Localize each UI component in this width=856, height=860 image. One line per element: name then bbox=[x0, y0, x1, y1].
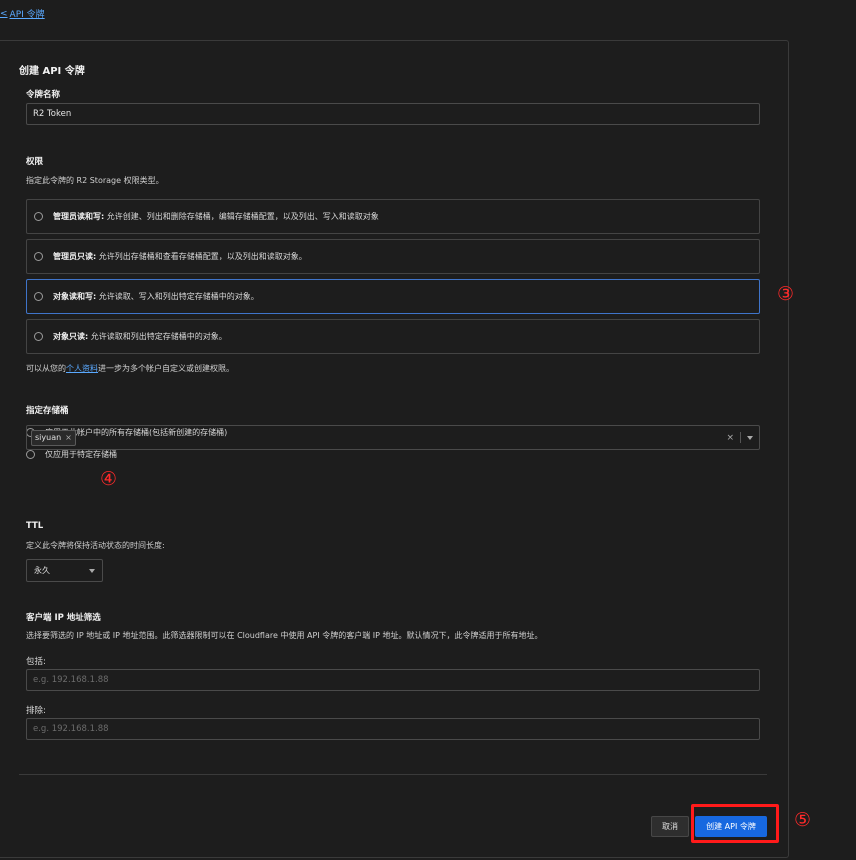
note-prefix: 可以从您的 bbox=[26, 364, 66, 373]
annotation-5: ⑤ bbox=[794, 809, 812, 831]
ttl-select[interactable]: 永久 bbox=[26, 559, 103, 582]
caret-down-icon[interactable] bbox=[747, 435, 753, 440]
include-ip-input[interactable] bbox=[26, 669, 760, 691]
cancel-button[interactable]: 取消 bbox=[651, 816, 689, 837]
permissions-label: 权限 bbox=[26, 157, 44, 167]
ip-filter-desc: 选择要筛选的 IP 地址或 IP 地址范围。此筛选器限制可以在 Cloudfla… bbox=[26, 631, 543, 640]
radio-icon[interactable] bbox=[26, 450, 35, 459]
ttl-desc: 定义此令牌将保持活动状态的时间长度: bbox=[26, 541, 165, 550]
bucket-option-specific[interactable]: 仅应用于特定存储桶 bbox=[26, 449, 117, 460]
annotation-3: ③ bbox=[777, 283, 795, 305]
permissions-note: 可以从您的个人资料进一步为多个帐户自定义或创建权限。 bbox=[26, 363, 234, 374]
perm-text: 允许创建、列出和删除存储桶，编辑存储桶配置，以及列出、写入和读取对象 bbox=[104, 212, 379, 221]
perm-option-admin-ro[interactable]: 管理员只读: 允许列出存储桶和查看存储桶配置，以及列出和读取对象。 bbox=[26, 239, 760, 274]
bucket-option-specific-label: 仅应用于特定存储桶 bbox=[45, 450, 117, 459]
radio-icon[interactable] bbox=[34, 252, 43, 261]
divider bbox=[740, 432, 741, 443]
page-title: 创建 API 令牌 bbox=[19, 66, 85, 77]
chevron-left-icon: < bbox=[0, 8, 8, 19]
bucket-tag: siyuan × bbox=[31, 429, 76, 446]
buckets-label: 指定存储桶 bbox=[26, 406, 69, 416]
token-name-input[interactable] bbox=[26, 103, 760, 125]
annotation-4: ④ bbox=[100, 468, 118, 490]
perm-title: 对象读和写: bbox=[53, 292, 97, 301]
ttl-label: TTL bbox=[26, 521, 44, 531]
perm-title: 管理员只读: bbox=[53, 252, 97, 261]
back-link-label: API 令牌 bbox=[9, 10, 45, 20]
token-name-label: 令牌名称 bbox=[26, 90, 61, 100]
bucket-multiselect[interactable]: siyuan × × bbox=[26, 425, 760, 450]
bucket-tag-label: siyuan bbox=[35, 433, 62, 442]
include-label: 包括: bbox=[26, 657, 46, 667]
back-link-api-tokens[interactable]: < API 令牌 bbox=[0, 7, 45, 21]
permissions-desc: 指定此令牌的 R2 Storage 权限类型。 bbox=[26, 176, 164, 185]
radio-icon[interactable] bbox=[34, 212, 43, 221]
exclude-ip-input[interactable] bbox=[26, 718, 760, 740]
divider bbox=[19, 774, 767, 775]
perm-text: 允许读取和列出特定存储桶中的对象。 bbox=[88, 332, 227, 341]
perm-title: 对象只读: bbox=[53, 332, 89, 341]
remove-tag-icon[interactable]: × bbox=[65, 433, 72, 442]
perm-option-admin-rw[interactable]: 管理员读和写: 允许创建、列出和删除存储桶，编辑存储桶配置，以及列出、写入和读取… bbox=[26, 199, 760, 234]
radio-icon[interactable] bbox=[34, 332, 43, 341]
perm-option-object-ro[interactable]: 对象只读: 允许读取和列出特定存储桶中的对象。 bbox=[26, 319, 760, 354]
ttl-value: 永久 bbox=[34, 566, 50, 575]
note-suffix: 进一步为多个帐户自定义或创建权限。 bbox=[98, 364, 234, 373]
radio-icon[interactable] bbox=[34, 292, 43, 301]
caret-down-icon bbox=[89, 568, 95, 573]
perm-option-object-rw[interactable]: 对象读和写: 允许读取、写入和列出特定存储桶中的对象。 bbox=[26, 279, 760, 314]
profile-link[interactable]: 个人资料 bbox=[66, 364, 98, 373]
create-token-button[interactable]: 创建 API 令牌 bbox=[695, 816, 767, 837]
ip-filter-label: 客户端 IP 地址筛选 bbox=[26, 613, 101, 623]
perm-text: 允许读取、写入和列出特定存储桶中的对象。 bbox=[96, 292, 259, 301]
perm-title: 管理员读和写: bbox=[53, 212, 105, 221]
clear-icon[interactable]: × bbox=[726, 433, 734, 443]
perm-text: 允许列出存储桶和查看存储桶配置，以及列出和读取对象。 bbox=[96, 252, 307, 261]
exclude-label: 排除: bbox=[26, 706, 46, 716]
